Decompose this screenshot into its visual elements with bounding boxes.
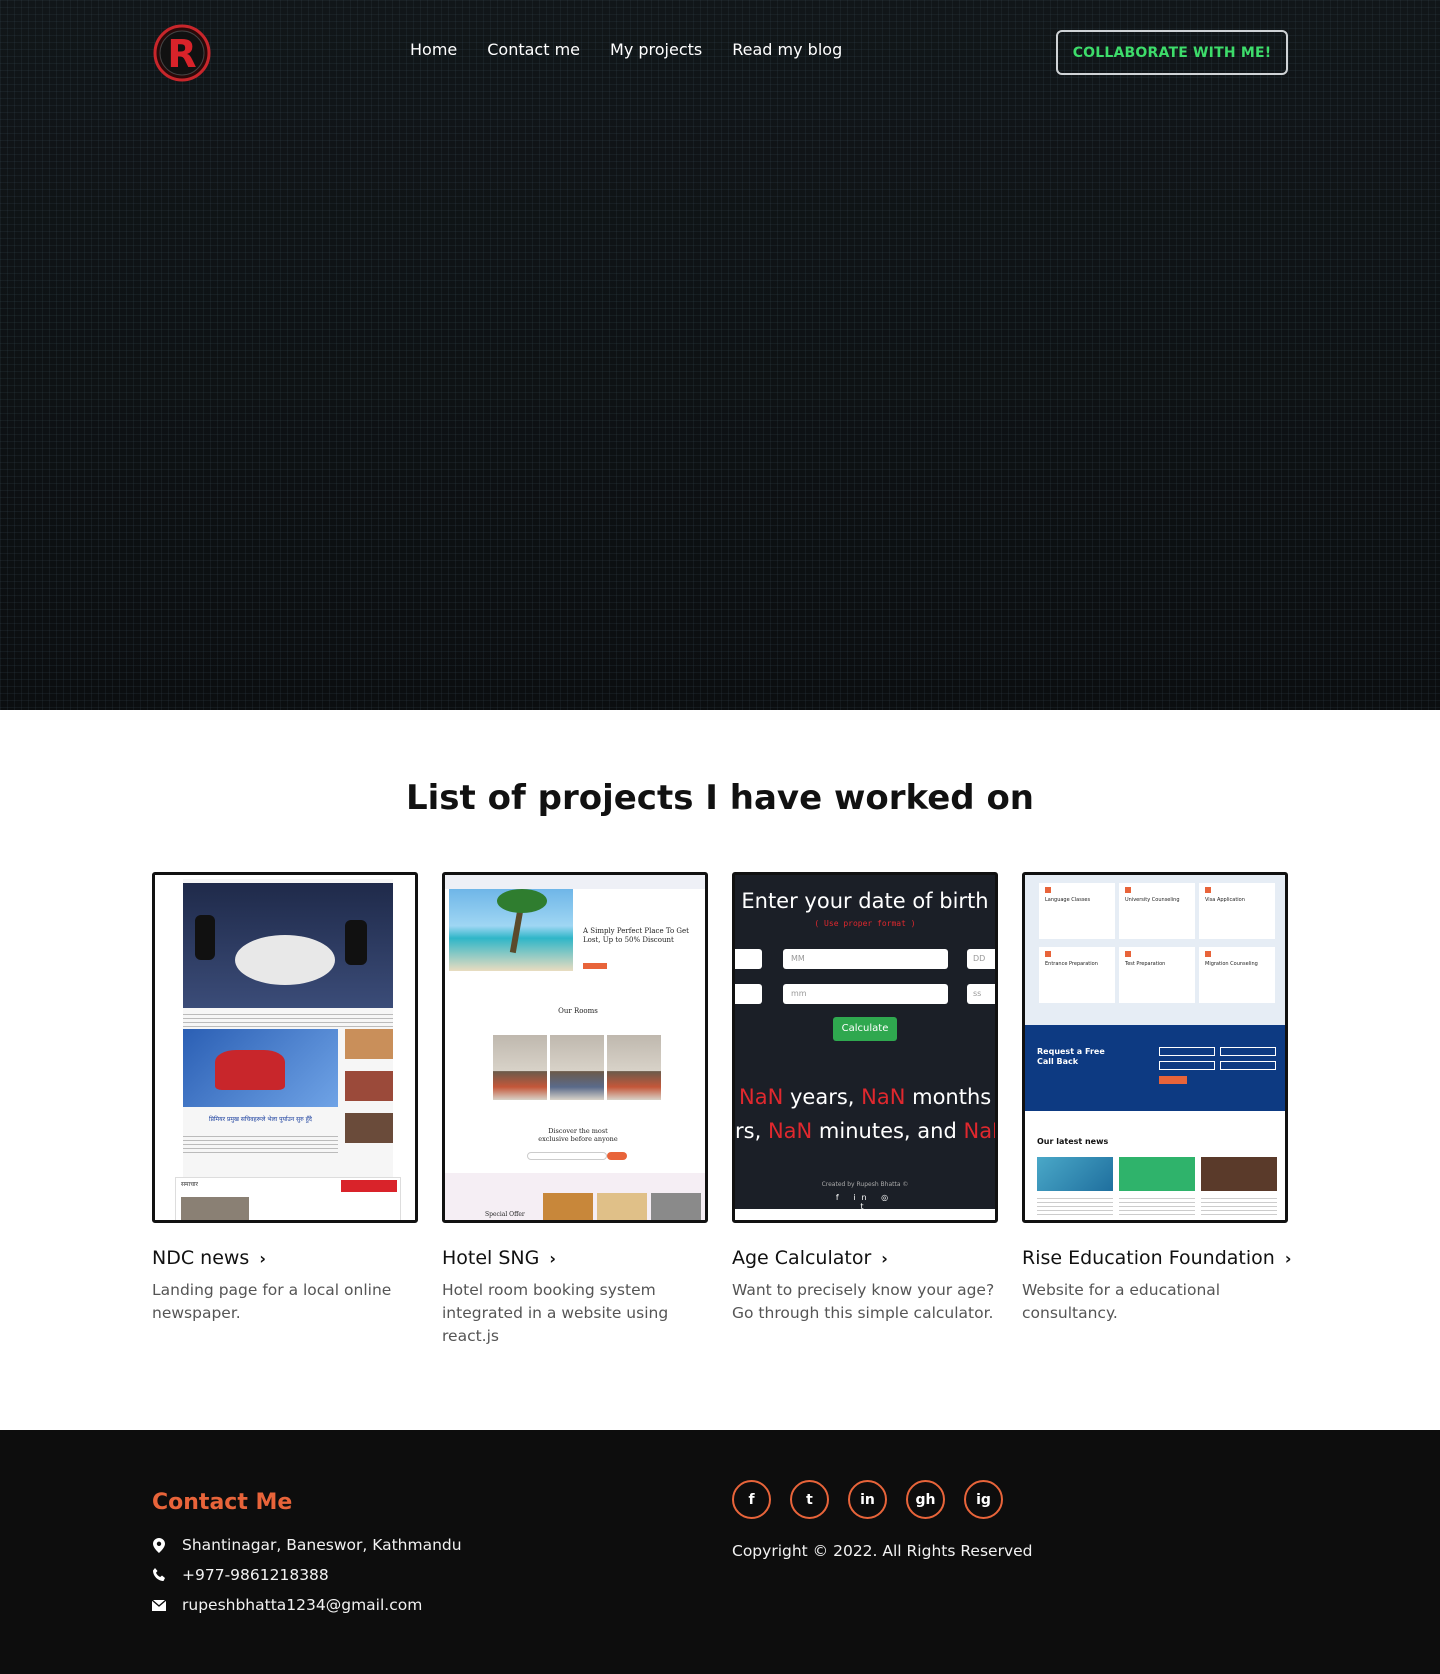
project-title-rise[interactable]: Rise Education Foundation › [1022,1247,1291,1269]
chevron-right-icon: › [549,1248,556,1268]
github-icon[interactable]: gh [906,1480,945,1519]
twitter-icon[interactable]: t [790,1480,829,1519]
project-thumb-ndc[interactable]: प्रिमियर प्रमुख सचिवहरूले भेला पुर्याउन … [152,872,418,1223]
age-day-input[interactable]: DD [967,949,995,969]
logo-letter: R [167,32,196,76]
project-title-age-text: Age Calculator [732,1247,872,1269]
footer: Contact Me Shantinagar, Baneswor, Kathma… [0,1430,1440,1674]
age-calculate-button[interactable]: Calculate [833,1017,897,1041]
project-desc-ndc: Landing page for a local online newspape… [152,1281,392,1322]
phone-icon [152,1568,166,1582]
project-desc-rise: Website for a educational consultancy. [1022,1281,1221,1322]
hero-section: R Home Contact me My projects Read my bl… [0,0,1440,710]
contact-address: Shantinagar, Baneswor, Kathmandu [152,1536,462,1554]
chevron-right-icon: › [259,1248,266,1268]
hotel-headline: A Simply Perfect Place To Get Lost, Up t… [583,927,689,944]
envelope-icon [152,1598,166,1612]
age-heading: Enter your date of birth [741,889,989,913]
project-card-rise[interactable]: Language Classes University Counseling V… [1022,872,1291,1325]
facebook-icon[interactable]: f [732,1480,771,1519]
rise-callback-title: Request a Free Call Back [1037,1047,1105,1066]
contact-email-text: rupeshbhatta1234@gmail.com [182,1596,423,1614]
nav-blog[interactable]: Read my blog [732,40,842,59]
age-second-input[interactable]: ss [967,984,995,1004]
contact-phone[interactable]: +977-9861218388 [152,1566,329,1584]
age-credit: Created by Rupesh Bhatta © [821,1181,909,1188]
age-result-line-2: rs, NaN minutes, and NaN [735,1119,995,1143]
project-desc-hotel: Hotel room booking system integrated in … [442,1281,669,1345]
hotel-discover: Discover the most exclusive before anyon… [538,1127,618,1143]
project-thumb-hotel[interactable]: A Simply Perfect Place To Get Lost, Up t… [442,872,708,1223]
project-card-ndc[interactable]: प्रिमियर प्रमुख सचिवहरूले भेला पुर्याउन … [152,872,418,1325]
project-title-ndc-text: NDC news [152,1247,250,1269]
hotel-rooms-title: Our Rooms [558,1007,598,1015]
projects-title: List of projects I have worked on [405,778,1035,818]
contact-title: Contact Me [152,1490,293,1515]
contact-phone-text: +977-9861218388 [182,1566,329,1584]
project-desc-age: Want to precisely know your age? Go thro… [732,1281,995,1322]
collaborate-button[interactable]: COLLABORATE WITH ME! [1056,30,1288,75]
project-title-hotel-text: Hotel SNG [442,1247,540,1269]
project-title-age[interactable]: Age Calculator › [732,1247,998,1269]
main-nav: Home Contact me My projects Read my blog [410,40,842,59]
linkedin-icon[interactable]: in [848,1480,887,1519]
contact-email[interactable]: rupeshbhatta1234@gmail.com [152,1596,422,1614]
project-thumb-rise[interactable]: Language Classes University Counseling V… [1022,872,1288,1223]
age-month-input[interactable]: MM [783,949,948,969]
age-minute-input[interactable]: mm [783,984,948,1004]
nav-home[interactable]: Home [410,40,457,59]
copyright: Copyright © 2022. All Rights Reserved [732,1542,1033,1560]
map-pin-icon [152,1537,166,1553]
logo-icon: R [153,24,211,82]
logo[interactable]: R [152,24,212,82]
instagram-icon[interactable]: ig [964,1480,1003,1519]
social-links: f t in gh ig [732,1480,1003,1519]
age-result-line-1: NaN years, NaN months [739,1085,992,1109]
project-card-age[interactable]: Enter your date of birth ( Use proper fo… [732,872,998,1325]
ndc-headline: प्रिमियर प्रमुख सचिवहरूले भेला पुर्याउन … [209,1116,312,1123]
chevron-right-icon: › [881,1248,888,1268]
rise-news-title: Our latest news [1037,1137,1109,1146]
chevron-right-icon: › [1284,1248,1292,1268]
project-thumb-age[interactable]: Enter your date of birth ( Use proper fo… [732,872,998,1223]
hotel-special: Special Offer [485,1211,525,1218]
project-title-ndc[interactable]: NDC news › [152,1247,418,1269]
ndc-section-label: समाचार [181,1181,199,1188]
project-title-rise-text: Rise Education Foundation [1022,1247,1275,1269]
age-subheading: ( Use proper format ) [814,919,916,928]
nav-projects[interactable]: My projects [610,40,702,59]
contact-address-text: Shantinagar, Baneswor, Kathmandu [182,1536,462,1554]
project-title-hotel[interactable]: Hotel SNG › [442,1247,708,1269]
nav-contact[interactable]: Contact me [487,40,580,59]
project-card-hotel[interactable]: A Simply Perfect Place To Get Lost, Up t… [442,872,708,1348]
